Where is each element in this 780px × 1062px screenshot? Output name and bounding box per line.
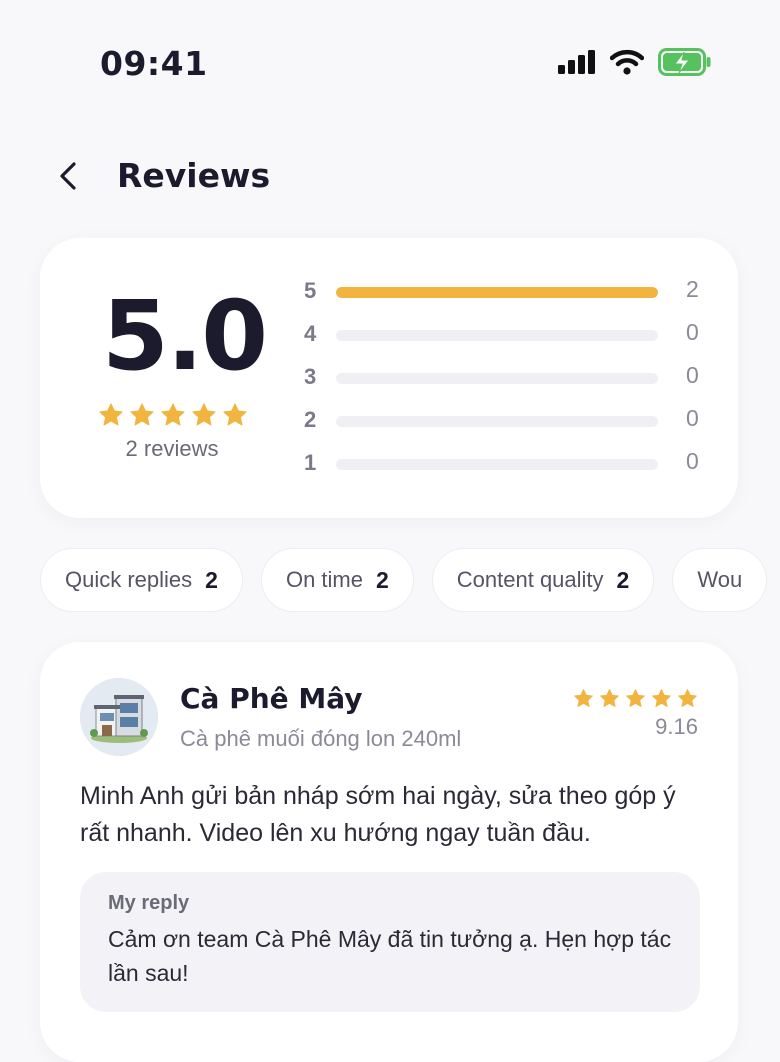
- star-icon: [626, 689, 645, 707]
- review-text: Minh Anh gửi bản nháp sớm hai ngày, sửa …: [80, 782, 676, 847]
- bar-star-label: 2: [304, 407, 317, 432]
- average-score: 5.0: [102, 280, 268, 392]
- star-icon: [99, 403, 123, 426]
- status-bar: 09:41: [0, 0, 780, 110]
- chip-on-time[interactable]: On time 2: [260, 548, 414, 612]
- rating-bar-row: 4 0: [304, 315, 704, 355]
- bar-count: 0: [686, 319, 699, 345]
- rating-bar-row: 5 2: [304, 272, 704, 312]
- bar-track: [336, 330, 658, 341]
- review-card: Cà Phê Mây Cà phê muối đóng lon 240ml 9.…: [40, 642, 738, 1062]
- chevron-left-icon: [60, 162, 76, 190]
- filter-chips: Quick replies 2 On time 2 Content qualit…: [40, 548, 768, 612]
- bar-star-label: 3: [304, 364, 317, 389]
- chip-content-quality[interactable]: Content quality 2: [431, 548, 655, 612]
- battery-charging-icon: [658, 48, 711, 76]
- review-star-rating: [573, 688, 698, 709]
- building-icon: [80, 678, 158, 756]
- star-icon: [192, 403, 216, 426]
- status-time: 09:41: [100, 44, 208, 83]
- bar-track: [336, 373, 658, 384]
- header: Reviews: [0, 140, 780, 212]
- bar-track: [336, 287, 658, 298]
- rating-bar-row: 3 0: [304, 358, 704, 398]
- bar-star-label: 5: [304, 278, 317, 303]
- bar-count: 0: [686, 362, 699, 388]
- bar-fill: [336, 287, 658, 298]
- rating-summary-card: 5.0 2 reviews 5 2 4 0 3 0 2 0 1 0: [40, 238, 738, 518]
- reviewer-avatar: [80, 678, 158, 756]
- chip-label: Content quality: [456, 567, 604, 592]
- cellular-signal-icon: [558, 50, 595, 74]
- reviews-count: 2 reviews: [125, 436, 219, 461]
- status-icons: [558, 48, 712, 76]
- rating-bar-row: 2 0: [304, 401, 704, 441]
- bar-track: [336, 459, 658, 470]
- star-icon: [574, 689, 593, 707]
- star-icon: [130, 403, 154, 426]
- reply-box: My reply Cảm ơn team Cà Phê Mây đã tin t…: [80, 872, 700, 1012]
- reviewer-name: Cà Phê Mây: [180, 682, 363, 715]
- chip-quick-replies[interactable]: Quick replies 2: [40, 548, 243, 612]
- star-icon: [600, 689, 619, 707]
- reviewed-product: Cà phê muối đóng lon 240ml: [180, 726, 462, 751]
- chip-label: Wou: [697, 567, 743, 592]
- wifi-icon: [610, 49, 644, 75]
- chip-count: 2: [616, 566, 630, 593]
- reply-label: My reply: [108, 892, 190, 914]
- star-icon: [652, 689, 671, 707]
- chip-partial[interactable]: Wou: [672, 548, 768, 612]
- page-title: Reviews: [117, 156, 271, 195]
- star-icon: [223, 403, 247, 426]
- review-score: 9.16: [655, 714, 698, 739]
- bar-count: 0: [686, 448, 699, 474]
- star-icon: [678, 689, 697, 707]
- bar-count: 2: [686, 276, 699, 302]
- bar-star-label: 4: [304, 321, 317, 346]
- bar-track: [336, 416, 658, 427]
- average-star-rating: [98, 402, 248, 428]
- reply-text: Cảm ơn team Cà Phê Mây đã tin tưởng ạ. H…: [108, 926, 672, 986]
- rating-bar-row: 1 0: [304, 444, 704, 484]
- bar-count: 0: [686, 405, 699, 431]
- bar-star-label: 1: [304, 450, 317, 475]
- back-button[interactable]: [44, 150, 92, 202]
- chip-label: Quick replies: [65, 567, 193, 592]
- chip-label: On time: [285, 567, 363, 592]
- star-icon: [161, 403, 185, 426]
- chip-count: 2: [375, 566, 389, 593]
- chip-count: 2: [205, 566, 218, 593]
